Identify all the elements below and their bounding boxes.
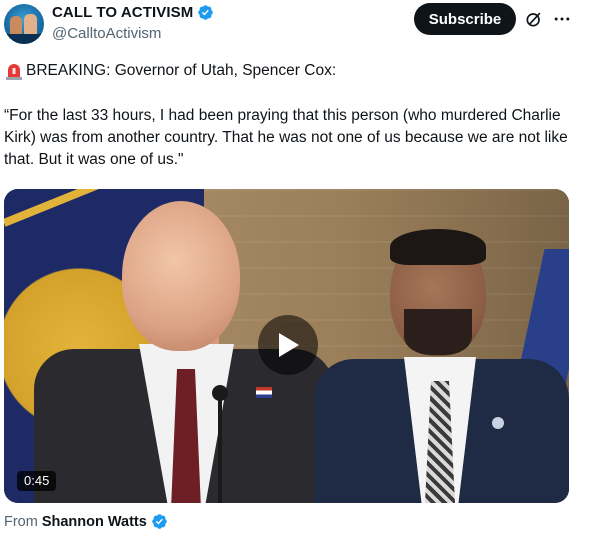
tweet-headline-row: BREAKING: Governor of Utah, Spencer Cox: <box>4 60 584 81</box>
person-right-pin <box>492 417 504 429</box>
police-light-icon <box>6 63 22 80</box>
avatar-band <box>4 34 44 44</box>
video-attribution: From Shannon Watts <box>4 513 168 530</box>
video-player[interactable]: 0:45 <box>4 189 569 503</box>
person-right-hair <box>390 229 486 265</box>
attribution-source-name[interactable]: Shannon Watts <box>42 514 147 530</box>
flag-pin <box>256 387 272 398</box>
avatar-figure-right <box>24 14 37 36</box>
person-left-head <box>122 201 240 351</box>
more-horizontal-icon[interactable] <box>552 9 572 29</box>
verified-badge-icon <box>152 514 167 529</box>
play-icon <box>279 333 299 357</box>
subscribe-button[interactable]: Subscribe <box>414 3 516 35</box>
tweet-headline: BREAKING: Governor of Utah, Spencer Cox: <box>26 62 337 79</box>
video-person-right <box>304 189 569 503</box>
microphone-stem <box>218 399 222 503</box>
author-handle[interactable]: @CalltoActivism <box>52 25 161 42</box>
author-avatar[interactable] <box>4 4 44 44</box>
author-name-row[interactable]: CALL TO ACTIVISM <box>52 4 214 21</box>
tweet-header: CALL TO ACTIVISM @CalltoActivism Subscri… <box>0 0 595 52</box>
tweet-text: BREAKING: Governor of Utah, Spencer Cox:… <box>4 60 584 171</box>
author-display-name[interactable]: CALL TO ACTIVISM <box>52 4 193 21</box>
tweet-quote: “For the last 33 hours, I had been prayi… <box>4 107 568 168</box>
avatar-figure-left <box>10 16 22 36</box>
grok-icon[interactable] <box>524 9 544 29</box>
play-button[interactable] <box>258 315 318 375</box>
verified-badge-icon <box>198 5 214 20</box>
person-right-beard <box>404 309 472 355</box>
attribution-prefix: From <box>4 513 38 530</box>
video-duration: 0:45 <box>17 471 57 491</box>
